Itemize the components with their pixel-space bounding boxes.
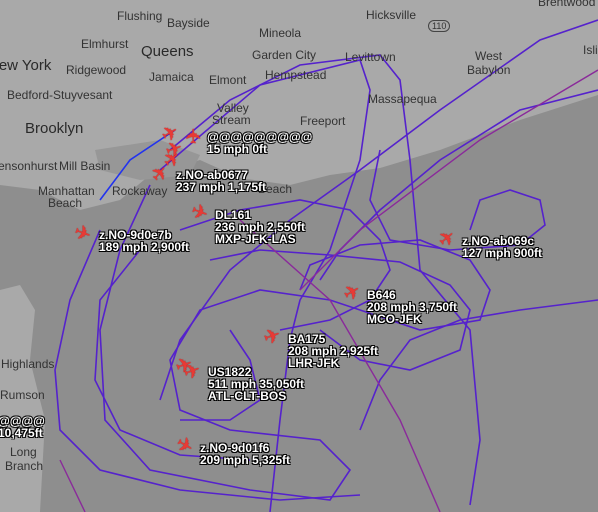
aircraft-label: DL161 236 mph 2,550ft MXP-JFK-LAS [215, 209, 305, 245]
place-label: Hempstead [265, 68, 327, 82]
place-label: Long [10, 445, 37, 459]
aircraft-label: z.NO-ab069c 127 mph 900ft [462, 235, 542, 259]
aircraft-label: B646 208 mph 3,750ft MCO-JFK [367, 289, 457, 325]
place-label: Brooklyn [25, 120, 84, 137]
place-label: Massapequa [368, 92, 437, 106]
place-label: Ridgewood [66, 63, 127, 77]
flight-speed-alt: 237 mph 1,175ft [176, 180, 267, 194]
flight-route: MCO-JFK [367, 312, 422, 326]
aircraft-label: z.NO-9d0e7b 189 mph 2,900ft [99, 229, 189, 253]
place-label: Queens [141, 43, 194, 60]
place-label: Branch [5, 459, 44, 473]
route-shield: 110 [428, 20, 451, 32]
place-label: Mill Basin [59, 159, 111, 173]
place-label: Garden City [252, 48, 317, 62]
place-label: Babylon [467, 63, 511, 77]
flight-route: MXP-JFK-LAS [215, 232, 296, 246]
flight-speed-alt: 127 mph 900ft [462, 246, 543, 260]
aircraft-icon[interactable]: ✈ [183, 128, 205, 145]
flight-speed-alt: 15 mph 0ft [207, 142, 268, 156]
place-label: West [475, 49, 503, 63]
place-label: Elmhurst [81, 37, 129, 51]
aircraft-label: @@@@ 10,475ft [0, 415, 45, 439]
aircraft-label: US1822 511 mph 35,050ft ATL-CLT-BOS [208, 366, 304, 402]
place-label: Hicksville [366, 8, 417, 22]
place-label: Isli [583, 43, 598, 57]
place-label: New York [0, 57, 52, 74]
place-label: Elmont [209, 73, 247, 87]
aircraft-label: z.NO-9d01f6 209 mph 5,325ft [200, 442, 290, 466]
flight-speed-alt: 209 mph 5,325ft [200, 453, 291, 467]
flight-speed-alt: 10,475ft [0, 426, 43, 440]
place-label: Levittown [345, 50, 396, 64]
place-label: ensonhurst [0, 159, 58, 173]
place-label: Bedford-Stuyvesant [7, 88, 113, 102]
place-label: Rumson [0, 388, 45, 402]
place-label: Brentwood [538, 0, 596, 9]
place-label: Freeport [300, 114, 346, 128]
aircraft-label: BA175 208 mph 2,925ft LHR-JFK [288, 333, 378, 369]
flight-speed-alt: 189 mph 2,900ft [99, 240, 190, 254]
aircraft-label: @@@@@@@@@ 15 mph 0ft [207, 131, 312, 155]
flight-route: ATL-CLT-BOS [208, 389, 287, 403]
place-label: Flushing [117, 9, 163, 23]
place-label: Mineola [259, 26, 302, 40]
place-label: Stream [212, 113, 251, 127]
flight-map[interactable]: Flushing Bayside Hicksville Brentwood El… [0, 0, 598, 512]
place-label: Beach [48, 196, 83, 210]
place-label: Highlands [1, 357, 55, 371]
place-label: Jamaica [149, 70, 194, 84]
place-label: Rockaway [112, 184, 168, 198]
aircraft-label: z.NO-ab0677 237 mph 1,175ft [176, 169, 266, 193]
place-label: Bayside [167, 16, 210, 30]
